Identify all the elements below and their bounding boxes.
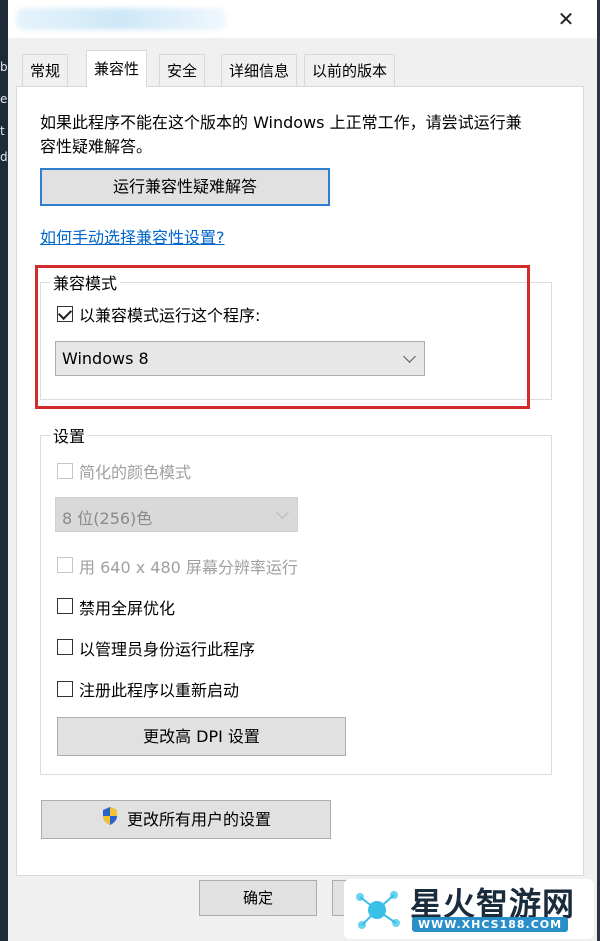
intro-text-line-2: 容性疑难解答。 — [40, 137, 153, 156]
title-bar: ✕ — [8, 0, 597, 38]
button-label: 更改所有用户的设置 — [127, 810, 272, 829]
res-640-label: 用 640 x 480 屏幕分辨率运行 — [79, 558, 298, 577]
uac-shield-icon — [101, 802, 119, 839]
tab-details[interactable]: 详细信息 — [221, 54, 298, 86]
disable-fullscreen-optimizations-label: 禁用全屏优化 — [79, 599, 176, 618]
background-text-fragment: d — [0, 150, 8, 164]
manual-settings-link[interactable]: 如何手动选择兼容性设置? — [40, 224, 225, 248]
tab-label: 以前的版本 — [312, 62, 388, 80]
ok-button[interactable]: 确定 — [199, 880, 317, 916]
button-label: 更改高 DPI 设置 — [143, 727, 260, 746]
chevron-down-icon — [276, 506, 289, 519]
disable-fullscreen-optimizations-checkbox[interactable] — [57, 598, 73, 614]
background-text-fragment: b — [0, 60, 8, 74]
register-restart-label: 注册此程序以重新启动 — [79, 681, 240, 700]
run-as-admin-label: 以管理员身份运行此程序 — [79, 640, 256, 659]
background-window-strip: b e t d — [0, 0, 8, 941]
tab-label: 详细信息 — [229, 62, 290, 80]
change-settings-all-users-button[interactable]: 更改所有用户的设置 — [41, 800, 331, 839]
reduced-color-label: 简化的颜色模式 — [79, 463, 192, 482]
color-depth-dropdown[interactable]: 8 位(256)色 — [55, 497, 298, 532]
tab-label: 常规 — [30, 62, 61, 80]
background-text-fragment: e — [0, 92, 8, 106]
tab-general[interactable]: 常规 — [22, 54, 69, 86]
register-restart-checkbox[interactable] — [57, 681, 73, 697]
settings-group-label: 设置 — [50, 423, 89, 447]
button-label: 确定 — [242, 889, 273, 907]
close-icon: ✕ — [557, 7, 575, 31]
res-640-checkbox[interactable] — [57, 557, 73, 573]
run-troubleshooter-button[interactable]: 运行兼容性疑难解答 — [40, 168, 330, 206]
intro-text-line-1: 如果此程序不能在这个版本的 Windows 上正常工作，请尝试运行兼 — [40, 113, 522, 132]
tab-security[interactable]: 安全 — [159, 54, 206, 86]
red-highlight-box — [35, 265, 530, 409]
network-logo-icon — [356, 891, 400, 929]
tab-label: 安全 — [167, 62, 198, 80]
reduced-color-checkbox[interactable] — [57, 463, 73, 479]
tab-label: 兼容性 — [94, 60, 140, 78]
tab-previous-versions[interactable]: 以前的版本 — [304, 54, 396, 86]
run-as-admin-checkbox[interactable] — [57, 639, 73, 655]
site-watermark: 星火智游网 WWW.XHCS188.COM — [344, 879, 594, 939]
dropdown-value: 8 位(256)色 — [62, 509, 153, 528]
button-label: 运行兼容性疑难解答 — [112, 177, 257, 196]
blurred-window-title — [16, 8, 226, 30]
watermark-url: WWW.XHCS188.COM — [412, 917, 569, 932]
change-dpi-settings-button[interactable]: 更改高 DPI 设置 — [57, 717, 346, 756]
close-button[interactable]: ✕ — [553, 6, 579, 32]
background-text-fragment: t — [0, 124, 5, 138]
tab-compatibility[interactable]: 兼容性 — [86, 50, 148, 87]
